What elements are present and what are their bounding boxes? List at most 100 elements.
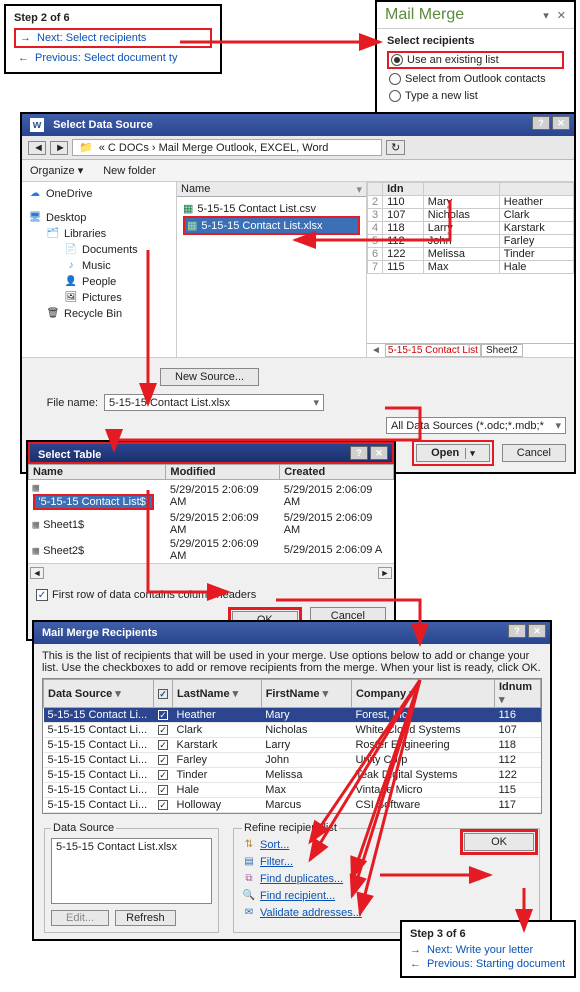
step2-prev-link[interactable]: Previous: Select document ty [35,52,177,64]
checkbox-checked-icon[interactable]: ✓ [36,589,48,601]
col-lastname[interactable]: LastName ▾ [173,680,262,708]
step3-title: Step 3 of 6 [410,928,566,940]
col-checkbox[interactable]: ✓ [154,680,173,708]
organize-menu[interactable]: Organize ▾ [30,164,83,177]
help-icon[interactable]: ? [350,446,368,460]
table-row[interactable]: 5-15-15 Contact Li...✓HollowayMarcusCSI … [44,798,541,813]
help-icon[interactable]: ? [508,624,526,638]
datasource-label: Data Source [51,822,116,834]
breadcrumb-text: « C DOCs › Mail Merge Outlook, EXCEL, Wo… [99,142,329,154]
sheet-tab[interactable]: Sheet2 [481,344,523,357]
table-row[interactable]: ▦Sheet2$5/29/2015 2:06:09 AM5/29/2015 2:… [29,537,394,563]
tree-documents[interactable]: Documents [82,244,138,256]
step3-prev-row[interactable]: ← Previous: Starting document [410,958,566,970]
recipients-dialog: Mail Merge Recipients ?✕ This is the lis… [32,620,552,941]
horiz-scrollbar[interactable]: ◄ ► [28,563,394,581]
opt-outlook-row[interactable]: Select from Outlook contacts [387,72,564,86]
new-source-button[interactable]: New Source... [160,368,259,386]
filter-link[interactable]: Filter... [260,856,293,868]
filetype-filter[interactable]: All Data Sources (*.odc;*.mdb;* ▾ [386,417,566,434]
radio-checked-icon[interactable] [391,54,403,66]
step3-next-row[interactable]: → Next: Write your letter [410,944,566,956]
help-icon[interactable]: ? [532,116,550,130]
filetype-value: All Data Sources (*.odc;*.mdb;* [391,420,555,432]
select-table-dialog: Select Table ?✕ Name Modified Created ▦'… [26,440,396,641]
close-icon[interactable]: ✕ [552,116,570,130]
tree-music[interactable]: Music [82,260,111,272]
col-name[interactable]: Name [29,465,166,480]
recycle-icon: 🗑 [46,307,60,321]
step2-next-row[interactable]: → Next: Select recipients [14,28,212,48]
refresh-icon[interactable]: ↻ [386,140,405,155]
filename-input[interactable]: 5-15-15 Contact List.xlsx ▾ [104,394,324,411]
nav-back-icon[interactable]: ◄ [28,141,46,155]
recipients-grid[interactable]: Data Source ▾ ✓ LastName ▾ FirstName ▾ C… [42,678,542,814]
taskpane-close-icon[interactable]: ✕ [557,9,566,22]
col-created[interactable]: Created [280,465,394,480]
dropdown-icon[interactable]: ▾ [465,448,475,459]
tree-desktop[interactable]: Desktop [46,212,86,224]
select-table-grid[interactable]: Name Modified Created ▦'5-15-15 Contact … [28,464,394,563]
sheet-tab-active[interactable]: 5-15-15 Contact List [385,344,481,357]
datasource-list[interactable]: 5-15-15 Contact List.xlsx [51,838,212,904]
col-ds[interactable]: Data Source ▾ [44,680,154,708]
refresh-button[interactable]: Refresh [115,910,176,926]
col-company[interactable]: Company ▾ [351,680,494,708]
folder-tree[interactable]: ☁OneDrive 🖥Desktop 🗂Libraries 📄Documents… [22,182,177,357]
tree-libraries[interactable]: Libraries [64,228,106,240]
step3-prev-link[interactable]: Previous: Starting document [427,958,565,970]
cancel-button[interactable]: Cancel [502,444,566,462]
find-duplicates-link[interactable]: Find duplicates... [260,873,343,885]
file-row-csv[interactable]: ▦ 5-15-15 Contact List.csv [183,201,360,216]
dropdown-icon[interactable]: ▾ [313,396,319,409]
recip-ok-button[interactable]: OK [464,833,534,851]
step2-prev-row[interactable]: ← Previous: Select document ty [14,50,212,66]
col-idnum[interactable]: Idnum ▾ [495,680,541,708]
table-row[interactable]: ▦Sheet1$5/29/2015 2:06:09 AM5/29/2015 2:… [29,511,394,537]
file-list-pane[interactable]: Name ▾ ▦ 5-15-15 Contact List.csv ▦ 5-15… [177,182,367,357]
breadcrumb[interactable]: 📁 « C DOCs › Mail Merge Outlook, EXCEL, … [72,139,382,156]
col-modified[interactable]: Modified [166,465,280,480]
first-row-checkbox-row[interactable]: ✓ First row of data contains column head… [36,589,386,601]
tree-onedrive[interactable]: OneDrive [46,188,92,200]
file-row-xlsx[interactable]: ▦ 5-15-15 Contact List.xlsx [183,216,360,235]
validate-icon: ✉ [242,906,256,920]
validate-link[interactable]: Validate addresses... [260,907,362,919]
table-row: 7115MaxHale [368,261,574,274]
tree-recycle[interactable]: Recycle Bin [64,308,122,320]
table-row[interactable]: 5-15-15 Contact Li...✓FarleyJohnUnity Co… [44,753,541,768]
table-row: 4118LarryKarstark [368,222,574,235]
taskpane-dropdown-icon[interactable]: ▾ [543,9,549,22]
close-icon[interactable]: ✕ [528,624,546,638]
nav-fwd-icon[interactable]: ► [50,141,68,155]
cloud-icon: ☁ [28,187,42,201]
open-button[interactable]: Open▾ [416,444,490,462]
col-firstname[interactable]: FirstName ▾ [261,680,351,708]
table-row[interactable]: 5-15-15 Contact Li...✓HeatherMaryForest,… [44,708,541,723]
radio-unchecked-icon[interactable] [389,90,401,102]
step3-next-link[interactable]: Next: Write your letter [427,944,533,956]
opt-newlist-row[interactable]: Type a new list [387,89,564,103]
tree-people[interactable]: People [82,276,116,288]
table-row[interactable]: ▦'5-15-15 Contact List$'5/29/2015 2:06:0… [29,480,394,512]
select-data-source-dialog: w Select Data Source ?✕ ◄ ► 📁 « C DOCs ›… [20,112,576,474]
opt-outlook-label: Select from Outlook contacts [405,73,546,85]
radio-unchecked-icon[interactable] [389,73,401,85]
dropdown-icon[interactable]: ▾ [555,419,561,432]
recip-title: Mail Merge Recipients [42,627,158,639]
sort-icon: ⇅ [242,838,256,852]
close-icon[interactable]: ✕ [370,446,388,460]
filelist-name-header[interactable]: Name ▾ [177,182,366,197]
tree-pictures[interactable]: Pictures [82,292,122,304]
step2-next-link[interactable]: Next: Select recipients [37,32,146,44]
new-folder-button[interactable]: New folder [103,165,156,177]
opt-existing-row[interactable]: Use an existing list [387,51,564,69]
table-row[interactable]: 5-15-15 Contact Li...✓TinderMelissaTeak … [44,768,541,783]
table-row: 3107NicholasClark [368,209,574,222]
table-row: 5112JohnFarley [368,235,574,248]
table-row[interactable]: 5-15-15 Contact Li...✓KarstarkLarryRoste… [44,738,541,753]
table-row[interactable]: 5-15-15 Contact Li...✓HaleMaxVintage Mic… [44,783,541,798]
sort-link[interactable]: Sort... [260,839,289,851]
table-row[interactable]: 5-15-15 Contact Li...✓ClarkNicholasWhite… [44,723,541,738]
find-recipient-link[interactable]: Find recipient... [260,890,335,902]
